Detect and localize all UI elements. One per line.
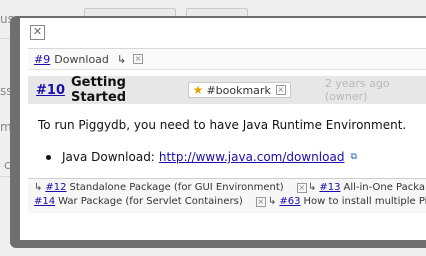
child-fragment-item: ↳ #63 How to install multiple Pig: [268, 196, 426, 207]
parent-fragment-number-link[interactable]: #9: [34, 53, 50, 66]
star-icon: ★: [192, 83, 204, 97]
child-fragments: ↳ #12 Standalone Package (for GUI Enviro…: [28, 178, 426, 213]
child-fragment-number-link[interactable]: #12: [45, 182, 66, 193]
fragment-title: Getting Started: [70, 75, 127, 105]
child-fragment-number-link[interactable]: #14: [34, 196, 55, 207]
external-link[interactable]: http://www.java.com/download: [159, 150, 345, 164]
arrow-down-right-icon: ↳: [268, 196, 277, 207]
child-fragment-item: ↳ #12 Standalone Package (for GUI Enviro…: [34, 182, 307, 193]
child-fragment-item: #14 War Package (for Servlet Containers)…: [34, 196, 266, 207]
external-link-icon: ⧉: [350, 152, 357, 162]
remove-relation-button[interactable]: ×: [133, 54, 144, 64]
parent-fragment-title: Download: [54, 52, 109, 66]
fragment-meta: 2 years ago (owner): [324, 77, 390, 103]
arrow-down-right-icon[interactable]: ↳: [117, 53, 126, 66]
fragment-header: #10 Getting Started ★ #bookmark × 2 year…: [28, 75, 426, 105]
arrow-down-right-icon: ↳: [308, 182, 317, 193]
list-item: Java Download: http://www.java.com/downl…: [46, 150, 357, 164]
child-fragment-title: How to install multiple Pig: [303, 196, 426, 207]
child-fragment-title: All-in-One Packa: [343, 182, 426, 193]
arrow-down-right-icon: ↳: [34, 182, 43, 193]
child-fragment-title: Standalone Package (for GUI Environment): [69, 182, 284, 193]
child-fragment-item: ↳ #13 All-in-One Packa: [308, 182, 425, 193]
parent-fragment-row: #9 Download ↳ ×: [28, 48, 426, 70]
close-icon: ✕: [32, 25, 43, 38]
fragment-number-link[interactable]: #10: [36, 83, 65, 98]
remove-tag-button[interactable]: ×: [275, 85, 286, 95]
child-fragment-number-link[interactable]: #63: [279, 196, 300, 207]
close-dialog-button[interactable]: ✕: [30, 25, 45, 40]
list-item-label: Java Download:: [62, 150, 155, 164]
tag-badge[interactable]: ★ #bookmark ×: [187, 82, 291, 98]
remove-relation-button[interactable]: ×: [255, 196, 266, 207]
fragment-body-text: To run Piggydb, you need to have Java Ru…: [38, 118, 407, 132]
remove-relation-button[interactable]: ×: [296, 182, 307, 193]
bullet-icon: [46, 154, 51, 160]
tag-label: #bookmark: [206, 83, 271, 97]
child-fragment-title: War Package (for Servlet Containers): [58, 196, 243, 207]
child-fragment-number-link[interactable]: #13: [319, 182, 340, 193]
